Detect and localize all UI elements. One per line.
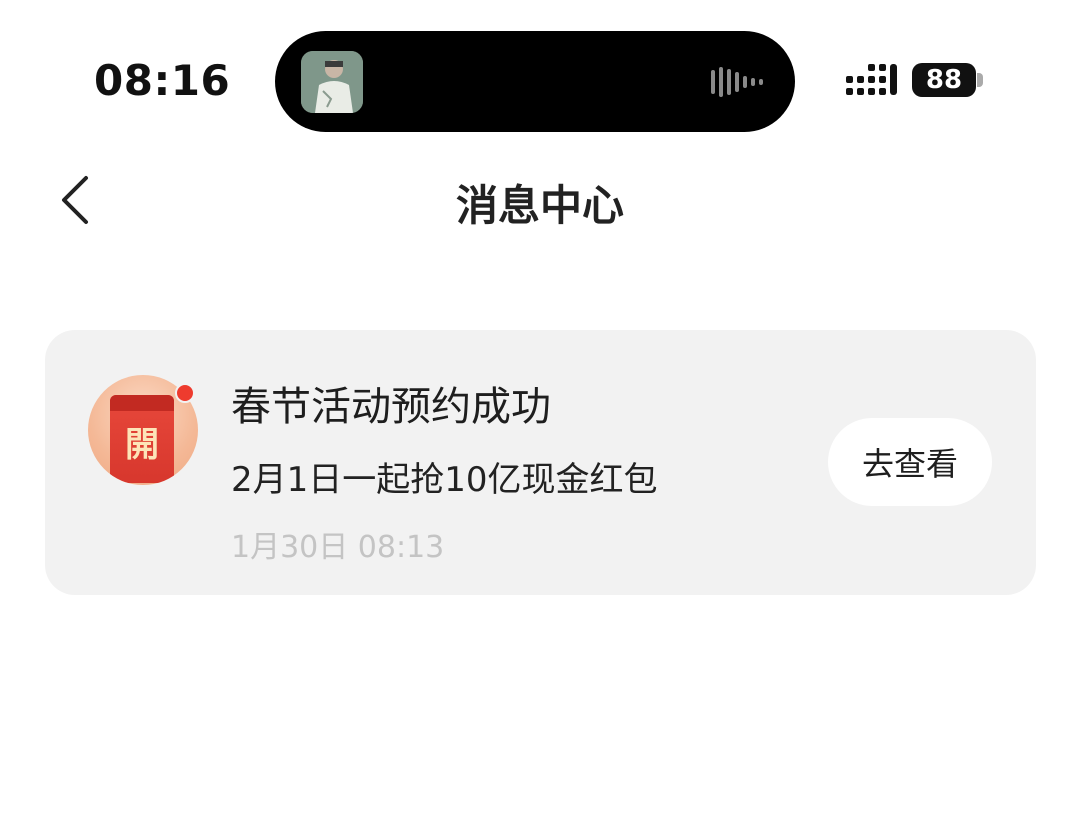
message-body: 2月1日一起抢10亿现金红包 [231, 460, 658, 500]
signal-bars-icon [846, 62, 898, 98]
battery-indicator: 88 [912, 63, 976, 97]
unread-dot [175, 383, 195, 403]
message-timestamp: 1月30日 08:13 [231, 530, 445, 565]
view-button[interactable]: 去查看 [828, 418, 992, 506]
message-center-screen: 08:16 88 消息中心 開 春节活动预约成功 2月1日一起抢10亿现金红包 … [0, 0, 1080, 814]
envelope-char: 開 [125, 425, 159, 465]
message-card[interactable]: 開 春节活动预约成功 2月1日一起抢10亿现金红包 1月30日 08:13 去查… [45, 330, 1036, 595]
album-art-thumbnail[interactable] [301, 51, 363, 113]
message-title: 春节活动预约成功 [231, 384, 551, 430]
dynamic-island[interactable] [275, 31, 795, 132]
audio-waveform-icon [711, 67, 771, 97]
envelope-shape: 開 [110, 395, 174, 483]
envelope-flap [110, 395, 174, 411]
battery-cap [977, 73, 983, 87]
status-time: 08:16 [94, 56, 231, 105]
red-envelope-icon: 開 [88, 375, 198, 485]
page-title: 消息中心 [455, 181, 624, 230]
